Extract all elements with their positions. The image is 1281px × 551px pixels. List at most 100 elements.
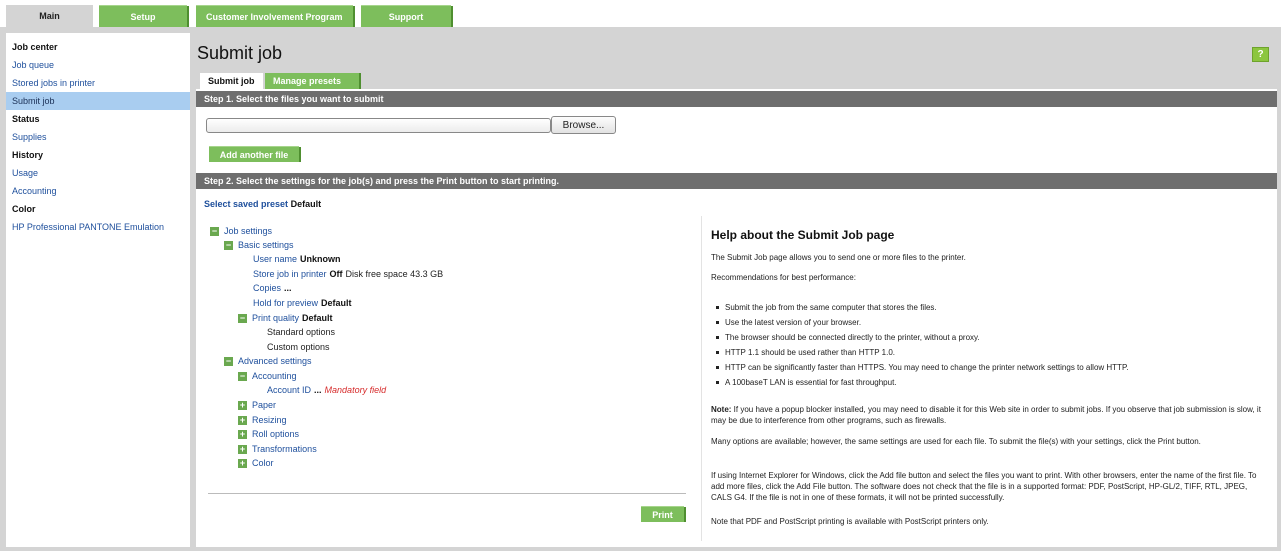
subtab-manage-presets[interactable]: Manage presets bbox=[265, 73, 361, 89]
tree-color: + Color bbox=[238, 456, 274, 470]
copies-value: ... bbox=[284, 283, 292, 293]
tree-accounting: − Accounting bbox=[238, 369, 297, 383]
tab-support[interactable]: Support bbox=[361, 5, 453, 27]
job-settings-link[interactable]: Job settings bbox=[224, 226, 272, 236]
browse-button[interactable]: Browse... bbox=[551, 116, 616, 134]
select-saved-preset-link[interactable]: Select saved preset bbox=[204, 199, 288, 209]
tree-job-settings: − Job settings bbox=[210, 224, 272, 238]
divider bbox=[208, 493, 686, 494]
sidebar-item-usage[interactable]: Usage bbox=[6, 164, 190, 182]
expand-icon[interactable]: + bbox=[238, 444, 247, 454]
user-name-link[interactable]: User name bbox=[253, 254, 297, 264]
collapse-icon[interactable]: − bbox=[224, 356, 233, 366]
step2-header: Step 2. Select the settings for the job(… bbox=[196, 173, 1277, 189]
note-text: If you have a popup blocker installed, y… bbox=[711, 405, 1261, 425]
note-label: Note: bbox=[711, 405, 732, 414]
list-item: HTTP 1.1 should be used rather than HTTP… bbox=[711, 345, 1267, 360]
tree-advanced-settings: − Advanced settings bbox=[224, 354, 312, 368]
collapse-icon[interactable]: − bbox=[238, 313, 247, 323]
collapse-icon[interactable]: − bbox=[224, 240, 233, 250]
sidebar-header-job-center: Job center bbox=[12, 42, 58, 52]
tree-account-id: Account ID ... Mandatory field bbox=[267, 383, 386, 397]
help-panel: Help about the Submit Job page The Submi… bbox=[701, 216, 1273, 541]
paper-link[interactable]: Paper bbox=[252, 400, 276, 410]
preset-selector: Select saved preset Default bbox=[204, 199, 321, 209]
help-para-postscript: Note that PDF and PostScript printing is… bbox=[711, 517, 989, 526]
tree-user-name: User name Unknown bbox=[253, 252, 341, 266]
disk-free-space: Disk free space 43.3 GB bbox=[345, 269, 444, 279]
copies-link[interactable]: Copies bbox=[253, 283, 281, 293]
tab-main[interactable]: Main bbox=[6, 5, 93, 27]
top-nav: Main Setup Customer Involvement Program … bbox=[0, 0, 1281, 27]
transformations-link[interactable]: Transformations bbox=[252, 444, 317, 454]
account-id-value: ... bbox=[314, 385, 322, 395]
tree-store-job: Store job in printer Off Disk free space… bbox=[253, 267, 443, 281]
sidebar-item-accounting[interactable]: Accounting bbox=[6, 182, 190, 200]
expand-icon[interactable]: + bbox=[238, 429, 247, 439]
expand-icon[interactable]: + bbox=[238, 415, 247, 425]
sidebar-item-supplies[interactable]: Supplies bbox=[6, 128, 190, 146]
expand-icon[interactable]: + bbox=[238, 458, 247, 468]
sidebar-header-status: Status bbox=[12, 114, 40, 124]
add-another-file-button[interactable]: Add another file bbox=[209, 146, 301, 162]
tree-standard-options: Standard options bbox=[267, 325, 335, 339]
tree-copies: Copies ... bbox=[253, 281, 292, 295]
sidebar-item-stored-jobs[interactable]: Stored jobs in printer bbox=[6, 74, 190, 92]
file-path-input[interactable] bbox=[206, 118, 551, 133]
help-title: Help about the Submit Job page bbox=[711, 228, 895, 242]
collapse-icon[interactable]: − bbox=[210, 226, 219, 236]
preset-value: Default bbox=[290, 199, 322, 209]
tree-basic-settings: − Basic settings bbox=[224, 238, 294, 252]
tree-custom-options: Custom options bbox=[267, 340, 330, 354]
sidebar-item-pantone-emulation[interactable]: HP Professional PANTONE Emulation bbox=[6, 218, 190, 236]
tree-transformations: + Transformations bbox=[238, 442, 317, 456]
sidebar: Job center Job queue Stored jobs in prin… bbox=[6, 33, 190, 547]
list-item: Submit the job from the same computer th… bbox=[711, 300, 1267, 315]
mandatory-field-note: Mandatory field bbox=[324, 385, 387, 395]
list-item: A 100baseT LAN is essential for fast thr… bbox=[711, 375, 1267, 390]
tab-customer-involvement-program[interactable]: Customer Involvement Program bbox=[196, 5, 355, 27]
tree-print-quality: − Print quality Default bbox=[238, 311, 333, 325]
main-content: Submit job ? Submit job Manage presets S… bbox=[196, 33, 1277, 547]
color-link[interactable]: Color bbox=[252, 458, 274, 468]
sidebar-header-history: History bbox=[12, 150, 44, 160]
sidebar-header-color: Color bbox=[12, 204, 36, 214]
custom-options-link[interactable]: Custom options bbox=[267, 342, 330, 352]
help-bullet-list: Submit the job from the same computer th… bbox=[711, 300, 1267, 390]
basic-settings-link[interactable]: Basic settings bbox=[238, 240, 294, 250]
help-note: Note: If you have a popup blocker instal… bbox=[711, 404, 1267, 426]
tree-roll-options: + Roll options bbox=[238, 427, 299, 441]
subtab-submit-job[interactable]: Submit job bbox=[200, 73, 263, 89]
sidebar-item-submit-job[interactable]: Submit job bbox=[6, 92, 190, 110]
page-title: Submit job bbox=[197, 43, 283, 63]
help-button[interactable]: ? bbox=[1252, 47, 1269, 62]
print-quality-value: Default bbox=[302, 313, 333, 323]
store-job-value: Off bbox=[329, 269, 343, 279]
print-button[interactable]: Print bbox=[641, 506, 686, 522]
help-recommendations: Recommendations for best performance: bbox=[711, 273, 856, 282]
tab-setup[interactable]: Setup bbox=[99, 5, 189, 27]
account-id-link[interactable]: Account ID bbox=[267, 385, 311, 395]
list-item: HTTP can be significantly faster than HT… bbox=[711, 360, 1267, 375]
help-para-options: Many options are available; however, the… bbox=[711, 437, 1201, 446]
tree-hold-preview: Hold for preview Default bbox=[253, 296, 352, 310]
resizing-link[interactable]: Resizing bbox=[252, 415, 287, 425]
accounting-link[interactable]: Accounting bbox=[252, 371, 297, 381]
expand-icon[interactable]: + bbox=[238, 400, 247, 410]
hold-preview-link[interactable]: Hold for preview bbox=[253, 298, 318, 308]
sidebar-item-job-queue[interactable]: Job queue bbox=[6, 56, 190, 74]
tree-resizing: + Resizing bbox=[238, 413, 287, 427]
print-quality-link[interactable]: Print quality bbox=[252, 313, 299, 323]
tree-paper: + Paper bbox=[238, 398, 276, 412]
collapse-icon[interactable]: − bbox=[238, 371, 247, 381]
list-item: Use the latest version of your browser. bbox=[711, 315, 1267, 330]
step1-header: Step 1. Select the files you want to sub… bbox=[196, 91, 1277, 107]
roll-options-link[interactable]: Roll options bbox=[252, 429, 299, 439]
standard-options-link[interactable]: Standard options bbox=[267, 327, 335, 337]
hold-preview-value: Default bbox=[321, 298, 352, 308]
title-area: Submit job ? bbox=[196, 33, 1277, 71]
subtab-bar: Submit job Manage presets bbox=[196, 71, 1277, 89]
advanced-settings-link[interactable]: Advanced settings bbox=[238, 356, 312, 366]
help-para-browsers: If using Internet Explorer for Windows, … bbox=[711, 471, 1257, 502]
store-job-link[interactable]: Store job in printer bbox=[253, 269, 327, 279]
